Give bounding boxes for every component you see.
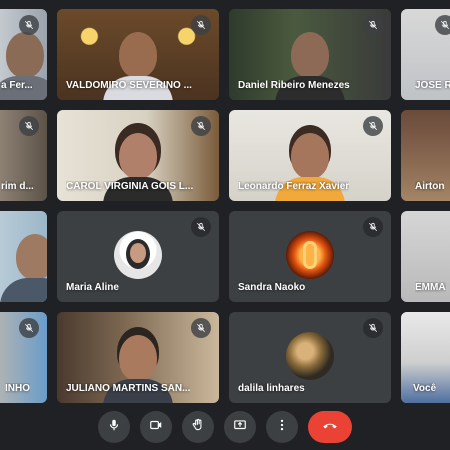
participant-figure [0, 228, 47, 302]
participant-name: Você [413, 383, 437, 394]
participant-name: Daniel Ribeiro Menezes [238, 80, 350, 91]
participant-name: VALDOMIRO SEVERINO ... [66, 80, 192, 91]
participant-tile[interactable]: CAROL VIRGINIA GOIS L... [57, 110, 219, 201]
participant-name: INHO [5, 383, 30, 394]
muted-mic-icon [191, 217, 211, 237]
participant-tile[interactable]: Leonardo Ferraz Xavier [229, 110, 391, 201]
end-call-icon [321, 416, 339, 439]
muted-mic-icon [19, 15, 39, 35]
participant-name: a Fer... [1, 80, 33, 91]
participant-tile[interactable]: INHO [0, 312, 47, 403]
participant-name: JOSE R [415, 80, 450, 91]
participant-name: Sandra Naoko [238, 282, 306, 293]
participant-tile[interactable]: Maria Aline [57, 211, 219, 302]
muted-mic-icon [19, 116, 39, 136]
microphone-button[interactable] [98, 411, 130, 443]
avatar [286, 231, 334, 279]
participant-tile[interactable]: Airton [401, 110, 450, 201]
participant-tile[interactable]: EMMA [401, 211, 450, 302]
camera-icon [149, 418, 163, 437]
muted-mic-icon [363, 217, 383, 237]
self-view-tile[interactable]: Você [401, 312, 450, 403]
participant-name: dalila linhares [238, 383, 305, 394]
muted-mic-icon [363, 116, 383, 136]
participant-name: Leonardo Ferraz Xavier [238, 181, 350, 192]
avatar [286, 332, 334, 380]
participant-tile[interactable]: VALDOMIRO SEVERINO ... [57, 9, 219, 100]
muted-mic-icon [191, 318, 211, 338]
muted-mic-icon [191, 15, 211, 35]
participant-tile[interactable]: Daniel Ribeiro Menezes [229, 9, 391, 100]
participant-tile[interactable]: dalila linhares [229, 312, 391, 403]
participant-name: rim d... [1, 181, 34, 192]
muted-mic-icon [435, 15, 450, 35]
avatar [114, 231, 162, 279]
video-grid: a Fer... VALDOMIRO SEVERINO ... Daniel R… [0, 0, 450, 450]
participant-tile[interactable]: JULIANO MARTINS SAN... [57, 312, 219, 403]
raise-hand-icon [191, 418, 205, 437]
raise-hand-button[interactable] [182, 411, 214, 443]
participant-name: Airton [415, 181, 445, 192]
muted-mic-icon [191, 116, 211, 136]
participant-tile[interactable]: JOSE R [401, 9, 450, 100]
present-screen-icon [233, 418, 247, 437]
muted-mic-icon [363, 318, 383, 338]
more-options-button[interactable] [266, 411, 298, 443]
participant-tile[interactable] [0, 211, 47, 302]
participant-name: CAROL VIRGINIA GOIS L... [66, 181, 194, 192]
participant-name: Maria Aline [66, 282, 119, 293]
end-call-button[interactable] [308, 411, 352, 443]
present-screen-button[interactable] [224, 411, 256, 443]
call-controls-toolbar [0, 404, 450, 450]
muted-mic-icon [363, 15, 383, 35]
participant-name: JULIANO MARTINS SAN... [66, 383, 191, 394]
participant-tile[interactable]: Sandra Naoko [229, 211, 391, 302]
muted-mic-icon [19, 318, 39, 338]
more-options-icon [275, 418, 289, 437]
participant-tile[interactable]: a Fer... [0, 9, 47, 100]
camera-button[interactable] [140, 411, 172, 443]
participant-tile[interactable]: rim d... [0, 110, 47, 201]
participant-name: EMMA [415, 282, 446, 293]
microphone-icon [107, 418, 121, 437]
